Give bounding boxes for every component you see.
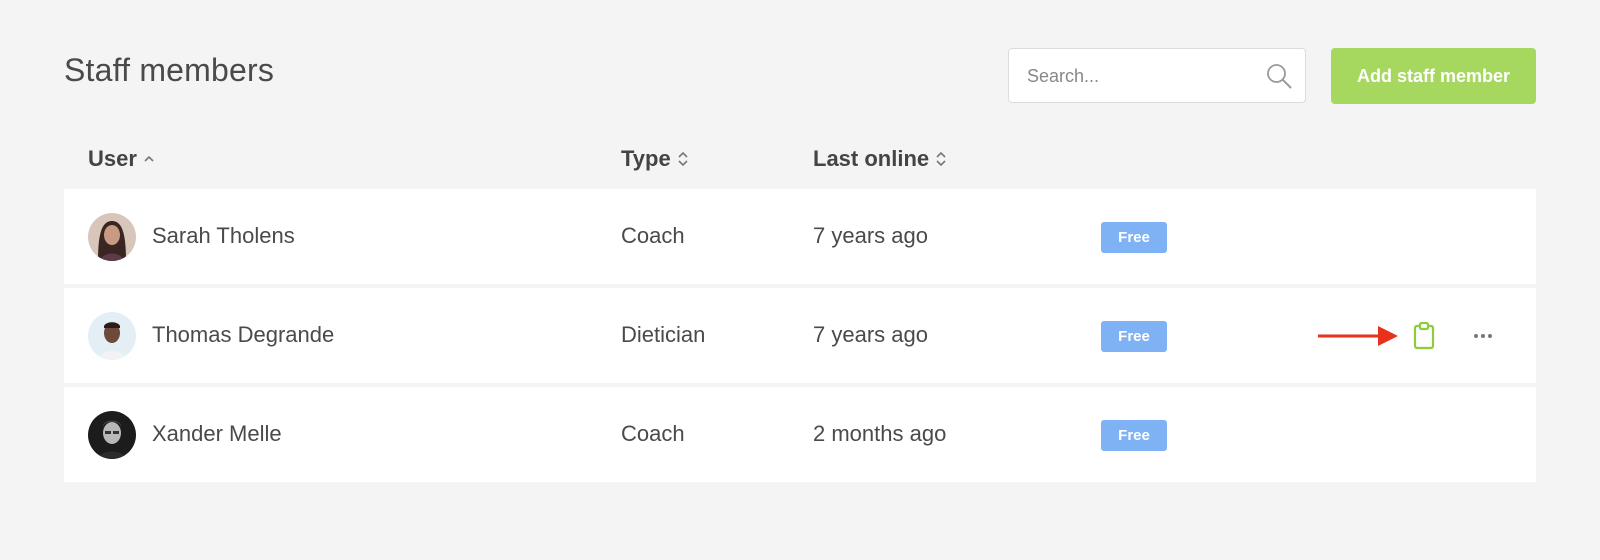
plan-badge: Free — [1101, 321, 1167, 352]
column-header-last-online[interactable]: Last online — [813, 146, 947, 172]
user-name: Xander Melle — [152, 421, 282, 446]
sort-icon — [678, 151, 688, 167]
avatar[interactable] — [88, 213, 136, 261]
chevron-up-icon — [144, 155, 154, 162]
user-name: Thomas Degrande — [152, 322, 335, 347]
last-online: 7 years ago — [813, 322, 928, 347]
sort-icon — [936, 151, 946, 167]
clipboard-icon[interactable] — [1412, 321, 1436, 351]
column-header-label: Last online — [813, 146, 930, 171]
staff-page: Staff members Add staff member User Type… — [0, 0, 1600, 560]
column-header-label: Type — [621, 146, 671, 171]
search-box[interactable] — [1008, 48, 1306, 104]
avatar[interactable] — [88, 312, 136, 360]
avatar[interactable] — [88, 411, 136, 459]
page-title: Staff members — [64, 52, 275, 88]
column-header-label: User — [88, 146, 137, 171]
table-header: User Type Last online — [64, 146, 1536, 186]
plan-badge: Free — [1101, 420, 1167, 451]
user-type: Dietician — [621, 322, 706, 347]
column-header-user[interactable]: User — [88, 146, 155, 172]
table-row[interactable]: Xander Melle Coach 2 months ago Free — [64, 387, 1536, 482]
last-online: 7 years ago — [813, 223, 928, 248]
staff-table: Sarah Tholens Coach 7 years ago Free Tho… — [64, 189, 1536, 486]
last-online: 2 months ago — [813, 421, 947, 446]
plan-badge: Free — [1101, 222, 1167, 253]
search-input[interactable] — [1025, 49, 1269, 104]
row-actions — [1316, 318, 1516, 354]
more-icon[interactable] — [1472, 324, 1494, 348]
add-staff-member-button[interactable]: Add staff member — [1331, 48, 1536, 104]
red-arrow-icon — [1318, 326, 1398, 346]
column-header-type[interactable]: Type — [621, 146, 689, 172]
user-type: Coach — [621, 421, 685, 446]
user-type: Coach — [621, 223, 685, 248]
table-row[interactable]: Sarah Tholens Coach 7 years ago Free — [64, 189, 1536, 284]
user-name: Sarah Tholens — [152, 223, 295, 248]
search-icon[interactable] — [1265, 62, 1293, 90]
table-row[interactable]: Thomas Degrande Dietician 7 years ago Fr… — [64, 288, 1536, 383]
